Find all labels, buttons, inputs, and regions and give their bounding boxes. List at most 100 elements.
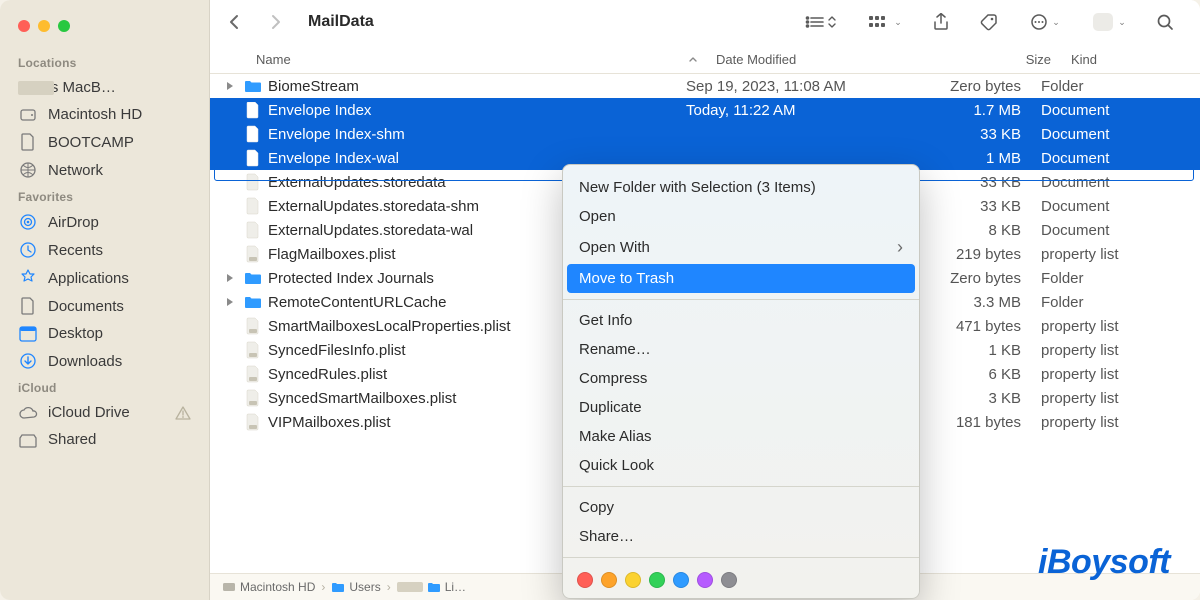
forward-button[interactable] (262, 8, 290, 36)
file-kind: Folder (1041, 294, 1188, 311)
file-kind: Folder (1041, 78, 1188, 95)
context-menu-item[interactable]: Share… (563, 522, 919, 551)
file-kind: property list (1041, 414, 1188, 431)
file-row[interactable]: BiomeStreamSep 19, 2023, 11:08 AMZero by… (210, 74, 1200, 98)
context-menu-label: Get Info (579, 312, 632, 329)
file-size: 219 bytes (916, 246, 1041, 263)
redacted-text (397, 582, 423, 592)
context-menu-item[interactable]: Move to Trash (567, 264, 915, 293)
close-window-button[interactable] (18, 20, 30, 32)
search-button[interactable] (1148, 8, 1182, 36)
sidebar-item[interactable]: Macintosh HD (0, 101, 209, 128)
document-icon (244, 221, 262, 239)
tag-color[interactable] (577, 572, 593, 588)
sidebar-item[interactable]: Applications (0, 264, 209, 292)
context-menu-item[interactable]: Copy (563, 493, 919, 522)
disclosure-triangle[interactable] (226, 297, 238, 307)
file-name: FlagMailboxes.plist (268, 246, 396, 263)
sidebar-item-label: iCloud Drive (48, 404, 165, 421)
zoom-window-button[interactable] (58, 20, 70, 32)
file-name: ExternalUpdates.storedata-wal (268, 222, 473, 239)
view-list-button[interactable] (796, 8, 846, 36)
column-kind[interactable]: Kind (1071, 52, 1188, 67)
sidebar-item[interactable]: iCloud Drive (0, 399, 209, 426)
sidebar-item[interactable]: AirDrop (0, 208, 209, 236)
file-kind: Document (1041, 198, 1188, 215)
file-kind: Folder (1041, 270, 1188, 287)
minimize-window-button[interactable] (38, 20, 50, 32)
context-menu-item[interactable]: Rename… (563, 335, 919, 364)
sidebar-item[interactable]: Documents (0, 292, 209, 320)
file-size: 3.3 MB (916, 294, 1041, 311)
group-button[interactable]: ⌄ (860, 8, 910, 36)
window-controls (0, 8, 209, 50)
back-button[interactable] (220, 8, 248, 36)
context-menu-item[interactable]: Open With (563, 231, 919, 264)
column-headers: Name Date Modified Size Kind (210, 46, 1200, 74)
tag-color[interactable] (649, 572, 665, 588)
file-name: ExternalUpdates.storedata-shm (268, 198, 479, 215)
path-segment[interactable]: Users (331, 580, 380, 594)
extension-button[interactable]: ⌄ (1084, 8, 1134, 36)
file-kind: property list (1041, 342, 1188, 359)
folder-icon (244, 293, 262, 311)
plist-icon (244, 341, 262, 359)
file-size: 3 KB (916, 390, 1041, 407)
tag-color[interactable] (625, 572, 641, 588)
action-button[interactable]: ⌄ (1020, 8, 1070, 36)
file-size: 181 bytes (916, 414, 1041, 431)
file-name: BiomeStream (268, 78, 359, 95)
file-name: Envelope Index-wal (268, 150, 399, 167)
tag-color[interactable] (721, 572, 737, 588)
context-menu-label: Rename… (579, 341, 651, 358)
context-menu-item[interactable]: Get Info (563, 306, 919, 335)
sidebar-item-label: Macintosh HD (48, 106, 191, 123)
column-size[interactable]: Size (946, 52, 1071, 67)
disclosure-triangle[interactable] (226, 81, 238, 91)
sidebar-item[interactable]: Shared (0, 426, 209, 453)
sidebar-item[interactable]: Network (0, 156, 209, 184)
sidebar-item[interactable]: 's MacB… (0, 74, 209, 101)
path-segment[interactable]: Macintosh HD (222, 580, 315, 594)
context-menu-item[interactable]: New Folder with Selection (3 Items) (563, 173, 919, 202)
sidebar-item[interactable]: Downloads (0, 347, 209, 375)
file-name: Envelope Index-shm (268, 126, 405, 143)
desktop-icon (18, 326, 38, 342)
sidebar-item[interactable]: BOOTCAMP (0, 128, 209, 156)
tag-color[interactable] (673, 572, 689, 588)
doc-icon (18, 133, 38, 151)
sidebar-item-label: Network (48, 162, 191, 179)
file-name: SmartMailboxesLocalProperties.plist (268, 318, 511, 335)
path-segment[interactable]: Li… (427, 580, 466, 594)
plist-icon (244, 413, 262, 431)
column-name[interactable]: Name (256, 52, 716, 67)
tag-color[interactable] (601, 572, 617, 588)
context-menu-item[interactable]: Open (563, 202, 919, 231)
file-size: 8 KB (916, 222, 1041, 239)
file-size: 1 MB (916, 150, 1041, 167)
file-kind: Document (1041, 150, 1188, 167)
sidebar-item[interactable]: Recents (0, 236, 209, 264)
path-separator: › (387, 580, 391, 594)
share-button[interactable] (924, 8, 958, 36)
disclosure-triangle[interactable] (226, 273, 238, 283)
context-menu-item[interactable]: Compress (563, 364, 919, 393)
context-menu-label: Duplicate (579, 399, 642, 416)
file-row[interactable]: Envelope IndexToday, 11:22 AM1.7 MBDocum… (210, 98, 1200, 122)
plist-icon (244, 317, 262, 335)
plist-icon (244, 245, 262, 263)
context-menu-label: Open With (579, 239, 650, 256)
tag-button[interactable] (972, 8, 1006, 36)
sidebar-item-label: Downloads (48, 353, 191, 370)
context-menu: New Folder with Selection (3 Items)Open O… (562, 164, 920, 599)
sidebar-item[interactable]: Desktop (0, 320, 209, 347)
sidebar-item-label: Shared (48, 431, 191, 448)
document-icon (244, 125, 262, 143)
tag-color[interactable] (697, 572, 713, 588)
column-date[interactable]: Date Modified (716, 52, 946, 67)
path-segment[interactable] (397, 580, 411, 594)
context-menu-item[interactable]: Quick Look (563, 451, 919, 480)
context-menu-item[interactable]: Make Alias (563, 422, 919, 451)
file-row[interactable]: Envelope Index-shm33 KBDocument (210, 122, 1200, 146)
context-menu-item[interactable]: Duplicate (563, 393, 919, 422)
